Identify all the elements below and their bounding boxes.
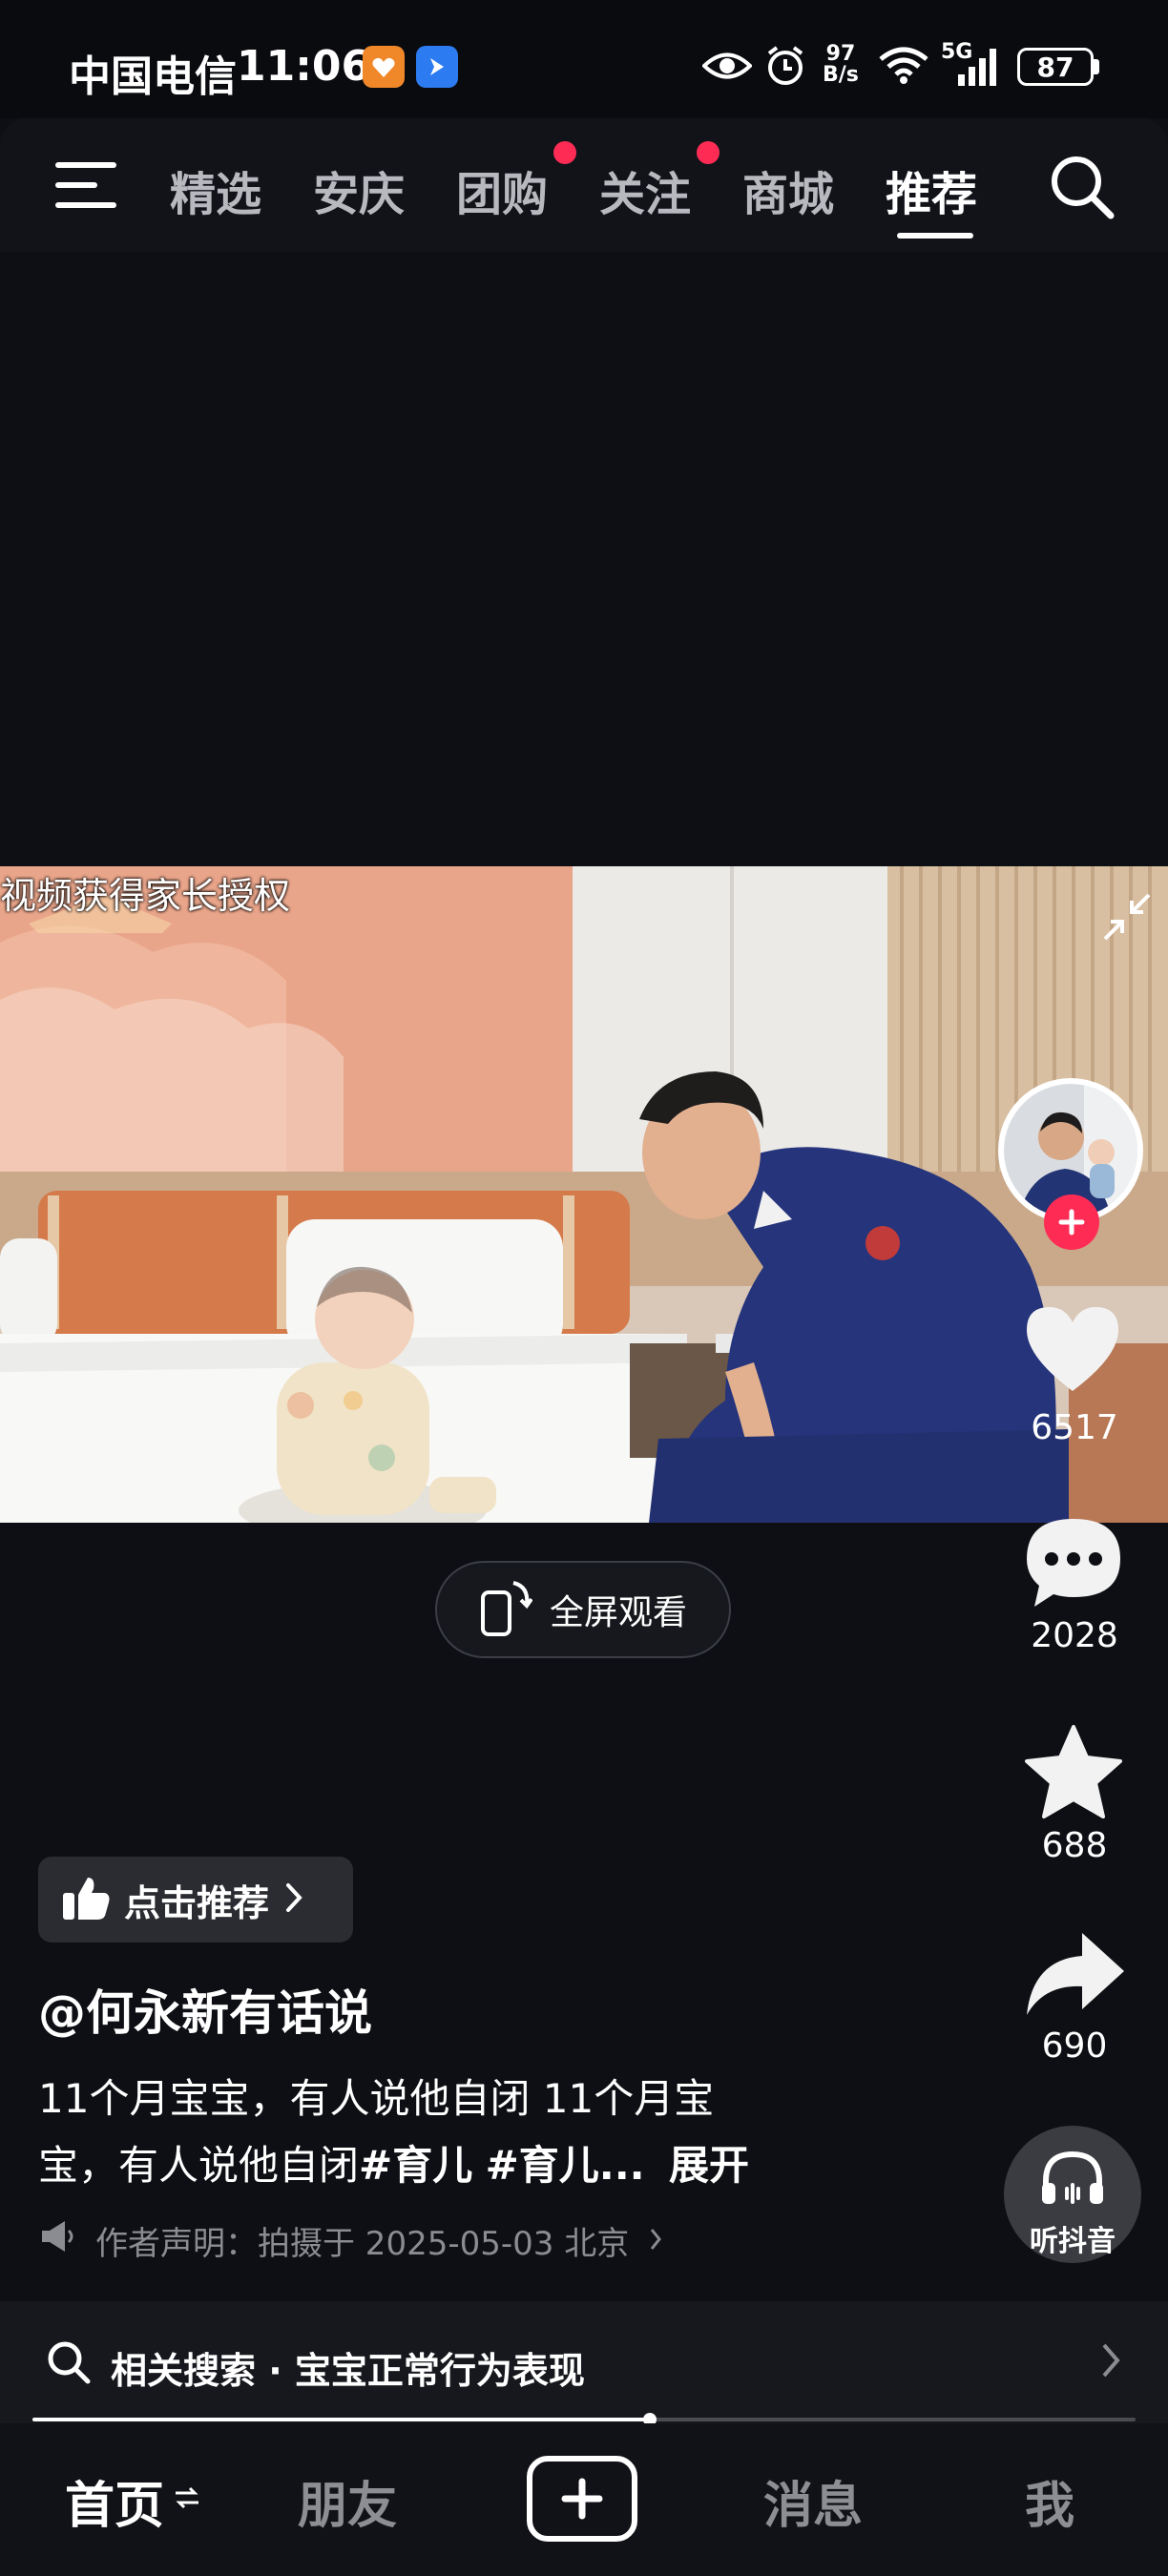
wifi-icon [878,46,929,88]
listen-douyin-button[interactable]: 听抖音 [1004,2126,1141,2263]
plus-icon [1058,1209,1085,1236]
recommend-label: 点击推荐 [124,1881,270,1924]
eye-comfort-icon [701,50,753,86]
signal-icon [954,46,1002,90]
hashtag-parenting-2[interactable]: #育儿... [486,2142,645,2189]
recommend-button[interactable]: 点击推荐 [38,1857,353,1942]
app-notification-icon-2 [416,46,458,88]
nav-messages[interactable]: 消息 [763,2465,863,2537]
megaphone-icon [38,2219,76,2262]
comment-count: 2028 [1031,1616,1118,1655]
authorization-overlay-text: 视频获得家长授权 [0,875,291,917]
author-name[interactable]: @何永新有话说 [38,1975,372,2044]
chevron-right-icon [1099,2341,1122,2383]
author-statement[interactable]: 作者声明：拍摄于 2025-05-03 北京 [38,2217,663,2264]
top-navigation: 精选 安庆 团购 关注 商城 推荐 [0,118,1168,252]
network-speed-value: 97 [825,42,856,66]
minimize-icon[interactable] [1101,891,1153,946]
author-statement-text: 作者声明：拍摄于 2025-05-03 北京 [95,2225,630,2263]
fullscreen-label: 全屏观看 [549,1593,687,1632]
description-line-2: 宝，有人说他自闭#育儿 #育儿... 展开 [38,2133,749,2192]
rotate-screen-icon [479,1579,533,1640]
tab-group-buy[interactable]: 团购 [456,156,548,223]
menu-icon[interactable] [53,160,118,214]
tab-mall[interactable]: 商城 [742,156,834,223]
battery-indicator: 87 [1017,48,1094,86]
listen-douyin-label: 听抖音 [1030,2225,1116,2258]
nav-me[interactable]: 我 [1025,2465,1074,2537]
clock: 11:06 [237,42,371,91]
like-icon[interactable] [1023,1303,1122,1399]
group-buy-badge-dot [553,141,576,164]
tab-following[interactable]: 关注 [599,156,691,223]
chevron-right-icon [282,1881,305,1918]
swap-arrows-icon [174,2484,200,2515]
create-post-button[interactable] [527,2456,637,2542]
headphones-icon [1038,2149,1107,2212]
battery-tip [1094,59,1099,74]
network-speed: 97 B/s [823,44,859,86]
search-icon[interactable] [1048,153,1116,225]
playback-progress-bar[interactable] [32,2413,1136,2426]
follow-button[interactable] [1044,1195,1099,1250]
plus-icon [561,2478,603,2520]
bottom-navigation: 首页 朋友 消息 我 [0,2423,1168,2576]
comment-icon[interactable] [1023,1515,1124,1614]
nav-friends[interactable]: 朋友 [298,2465,397,2537]
related-search-text: 相关搜索 · 宝宝正常行为表现 [111,2341,585,2394]
tab-featured[interactable]: 精选 [170,156,261,223]
active-tab-underline [897,233,973,239]
video-frame [0,866,1168,1523]
following-badge-dot [697,141,720,164]
fullscreen-button[interactable]: 全屏观看 [435,1561,731,1658]
tab-anqing[interactable]: 安庆 [313,156,405,223]
tab-recommend[interactable]: 推荐 [886,156,977,223]
favorite-count: 688 [1041,1826,1108,1865]
share-count: 690 [1041,2026,1108,2066]
search-icon [46,2339,92,2389]
video-player[interactable] [0,866,1168,1523]
related-search-bar[interactable]: 相关搜索 · 宝宝正常行为表现 [0,2301,1168,2423]
playback-progress-fill [32,2418,651,2421]
description-text: 宝，有人说他自闭 [38,2142,360,2189]
description-line-1: 11个月宝宝，有人说他自闭 11个月宝 [38,2075,715,2122]
share-icon[interactable] [1023,1929,1126,2023]
related-search-prefix: 相关搜索 · [111,2350,295,2392]
related-search-query: 宝宝正常行为表现 [294,2350,585,2392]
thumbs-up-icon [61,1874,111,1925]
status-bar: 中国电信 11:06 97 B/s 5G 87 [0,0,1168,118]
app-notification-icon [363,46,405,88]
favorite-star-icon[interactable] [1023,1723,1124,1824]
hashtag-parenting[interactable]: #育儿 [359,2142,472,2189]
like-count: 6517 [1031,1408,1118,1447]
expand-link[interactable]: 展开 [669,2142,749,2189]
nav-home[interactable]: 首页 [65,2465,164,2537]
alarm-icon [763,44,807,92]
carrier-label: 中国电信 [69,52,237,101]
chevron-right-icon [648,2222,663,2260]
network-speed-unit: B/s [823,63,859,87]
